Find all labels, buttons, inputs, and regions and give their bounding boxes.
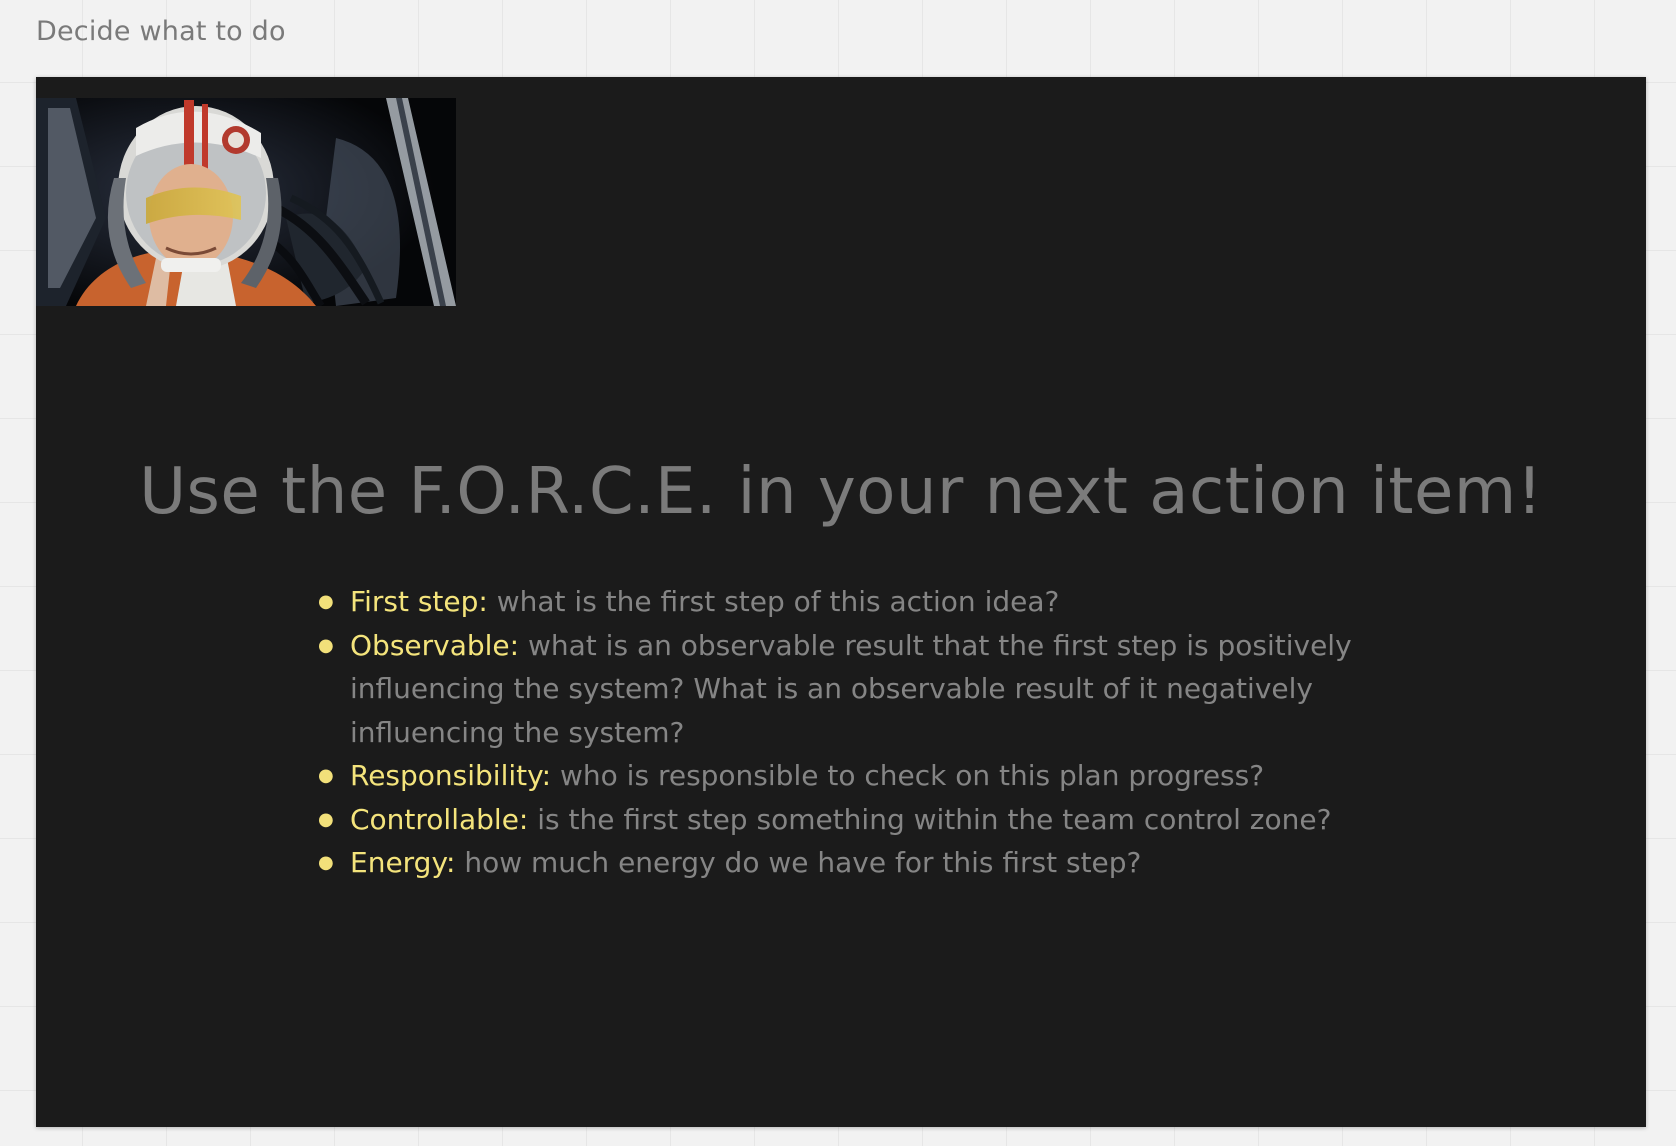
term-description: is the first step something within the t…	[528, 802, 1332, 836]
bullet-icon: ●	[318, 852, 334, 873]
cockpit-image[interactable]	[36, 98, 456, 306]
term-label: Observable:	[350, 628, 520, 662]
force-criteria-list[interactable]: ● First step: what is the first step of t…	[314, 580, 1474, 885]
cockpit-illustration	[36, 98, 456, 306]
term-label: First step:	[350, 585, 488, 618]
bullet-icon: ●	[318, 765, 334, 786]
list-item-first-step: ● First step: what is the first step of t…	[314, 580, 1474, 624]
term-label: Responsibility:	[350, 759, 552, 792]
term-label: Energy:	[350, 846, 456, 879]
list-item-responsibility: ● Responsibility: who is responsible to c…	[314, 754, 1474, 798]
slide-heading[interactable]: Use the F.O.R.C.E. in your next action i…	[36, 455, 1646, 529]
list-item-observable: ● Observable: what is an observable resul…	[314, 624, 1474, 755]
term-description: how much energy do we have for this firs…	[455, 846, 1142, 879]
bullet-icon: ●	[318, 591, 334, 612]
term-description: who is responsible to check on this plan…	[551, 759, 1265, 792]
list-item-energy: ● Energy: how much energy do we have for …	[314, 841, 1474, 885]
term-description: what is the first step of this action id…	[487, 585, 1060, 618]
bullet-icon: ●	[318, 634, 334, 656]
term-label: Controllable:	[350, 802, 529, 836]
slide-frame[interactable]: Use the F.O.R.C.E. in your next action i…	[36, 77, 1646, 1127]
frame-title[interactable]: Decide what to do	[36, 16, 286, 47]
list-item-controllable: ● Controllable: is the first step somethi…	[314, 798, 1474, 842]
bullet-icon: ●	[318, 808, 334, 830]
